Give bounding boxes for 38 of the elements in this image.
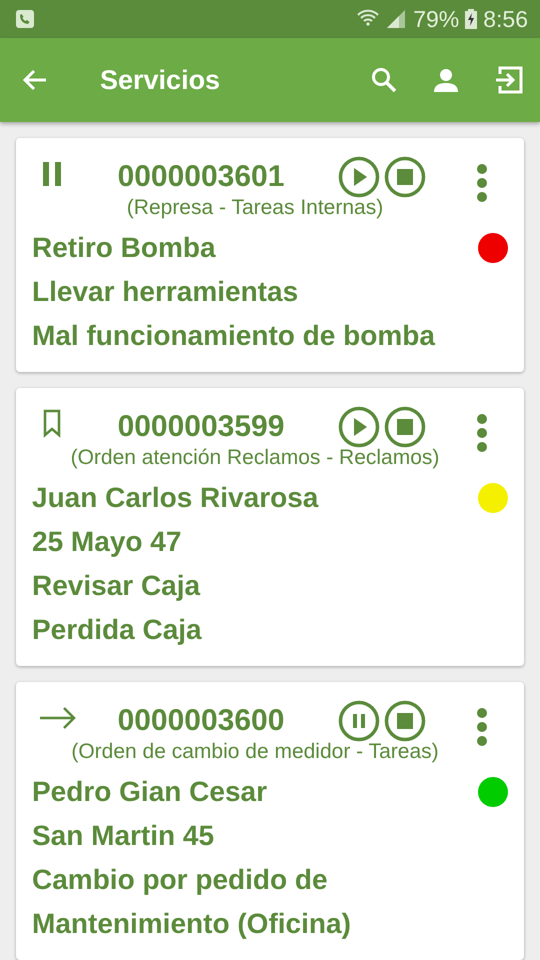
signal-icon bbox=[385, 8, 408, 30]
battery-percentage: 79% bbox=[413, 6, 460, 32]
service-detail: Perdida Caja bbox=[32, 613, 203, 647]
service-type: (Orden de cambio de medidor - Tareas) bbox=[71, 740, 439, 764]
clock: 8:56 bbox=[483, 6, 528, 32]
pause-button[interactable] bbox=[338, 700, 380, 742]
play-button[interactable] bbox=[338, 156, 380, 198]
play-button[interactable] bbox=[338, 406, 380, 448]
stop-button[interactable] bbox=[384, 406, 426, 448]
service-detail: Pedro Gian Cesar bbox=[32, 775, 267, 809]
screen-title: Servicios bbox=[100, 64, 220, 96]
more-options-button[interactable] bbox=[476, 163, 488, 203]
service-detail: 25 Mayo 47 bbox=[32, 525, 182, 559]
service-detail: San Martin 45 bbox=[32, 819, 216, 853]
login-button[interactable] bbox=[494, 65, 524, 95]
service-card[interactable]: 0000003601 (Represa - Tareas Internas) Retiro Bomba Llevar herramientas Mal funcionamiento de bomba bbox=[16, 138, 524, 372]
stop-button[interactable] bbox=[384, 700, 426, 742]
back-button[interactable] bbox=[22, 67, 48, 93]
profile-button[interactable] bbox=[432, 66, 460, 94]
service-card[interactable]: 0000003600 (Orden de cambio de medidor - Tareas) Pedro Gian Cesar San Martin 45 Cambio por pedido de Mantenimiento (Oficina) bbox=[16, 682, 524, 960]
battery-charging-icon bbox=[465, 9, 478, 29]
service-detail: Retiro Bomba bbox=[32, 231, 216, 265]
service-detail: Juan Carlos Rivarosa bbox=[32, 481, 318, 515]
service-detail: Revisar Caja bbox=[32, 569, 202, 603]
service-detail: Cambio por pedido de Mantenimiento (Oficina) bbox=[32, 863, 352, 941]
stop-button[interactable] bbox=[384, 156, 426, 198]
service-detail: Llevar herramientas bbox=[32, 275, 300, 309]
service-number: 0000003601 bbox=[118, 160, 284, 194]
phone-notification-icon bbox=[16, 10, 34, 28]
service-type: (Orden atención Reclamos - Reclamos) bbox=[70, 446, 440, 470]
search-button[interactable] bbox=[370, 66, 398, 94]
service-detail: Mal funcionamiento de bomba bbox=[32, 319, 436, 353]
more-options-button[interactable] bbox=[476, 413, 488, 453]
service-number: 0000003599 bbox=[118, 410, 284, 444]
more-options-button[interactable] bbox=[476, 707, 488, 747]
service-type: (Represa - Tareas Internas) bbox=[126, 196, 384, 220]
service-number: 0000003600 bbox=[118, 704, 284, 738]
service-card[interactable]: 0000003599 (Orden atención Reclamos - Reclamos) Juan Carlos Rivarosa 25 Mayo 47 Revisar Caja Perdida Caja bbox=[16, 388, 524, 666]
